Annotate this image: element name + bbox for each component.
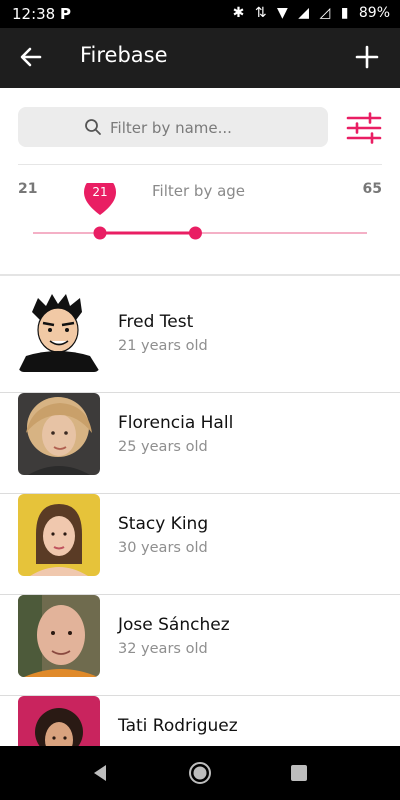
battery-icon: ▮ <box>340 5 349 21</box>
woman-yellow-bg-avatar <box>18 494 100 576</box>
user-name: Tati Rodriguez <box>118 716 238 736</box>
filter-sliders-icon[interactable] <box>346 112 382 144</box>
add-icon[interactable] <box>352 42 382 72</box>
divider <box>18 164 382 165</box>
user-age: 25 years old <box>118 439 208 455</box>
list-item[interactable]: Jose Sánchez 32 years old <box>0 595 400 696</box>
bluetooth-icon: ✱ <box>232 5 245 21</box>
slider-thumb-max[interactable] <box>188 226 202 240</box>
woman-blonde-avatar <box>18 393 100 475</box>
signal-2-icon: ◿ <box>319 5 331 21</box>
app-bar: Firebase <box>0 28 400 88</box>
slider-bubble-value: 21 <box>92 185 107 199</box>
user-age: 30 years old <box>118 540 208 556</box>
search-box[interactable] <box>18 107 328 147</box>
nav-home-icon[interactable] <box>188 761 212 785</box>
bald-man-avatar <box>18 595 100 677</box>
system-icons: ✱ ⇅ ▼ ◢ ◿ ▮ 89% <box>227 5 390 21</box>
wifi-icon: ▼ <box>277 5 288 21</box>
search-icon <box>85 119 101 135</box>
user-name: Stacy King <box>118 514 209 534</box>
user-age: 32 years old <box>118 641 208 657</box>
status-bar: 12:38 P ✱ ⇅ ▼ ◢ ◿ ▮ 89% <box>0 0 400 28</box>
user-list: Fred Test 21 years old Florencia Hall 25… <box>0 290 400 797</box>
slider-thumb-min[interactable] <box>93 226 107 240</box>
age-range-slider[interactable]: 21 <box>33 183 367 243</box>
slider-value-bubble: 21 <box>84 183 116 215</box>
cartoon-man-avatar <box>18 290 100 372</box>
list-item[interactable]: Stacy King 30 years old <box>0 494 400 595</box>
signal-icon: ◢ <box>298 5 310 21</box>
data-arrows-icon: ⇅ <box>254 5 267 21</box>
filter-panel: 21 Filter by age 65 21 <box>0 88 400 276</box>
user-name: Florencia Hall <box>118 413 234 433</box>
android-nav-bar <box>0 746 400 800</box>
app-title: Firebase <box>80 43 168 67</box>
battery-percent: 89% <box>358 5 390 21</box>
list-item[interactable]: Florencia Hall 25 years old <box>0 393 400 494</box>
parking-app-icon: P <box>60 5 71 23</box>
list-item[interactable]: Fred Test 21 years old <box>0 290 400 393</box>
user-name: Fred Test <box>118 312 194 332</box>
nav-back-icon[interactable] <box>90 763 110 783</box>
user-name: Jose Sánchez <box>118 615 230 635</box>
user-age: 21 years old <box>118 338 208 354</box>
search-input[interactable] <box>108 116 312 140</box>
status-time: 12:38 <box>12 5 56 23</box>
nav-recents-icon[interactable] <box>291 765 307 781</box>
back-arrow-icon[interactable] <box>16 42 46 72</box>
